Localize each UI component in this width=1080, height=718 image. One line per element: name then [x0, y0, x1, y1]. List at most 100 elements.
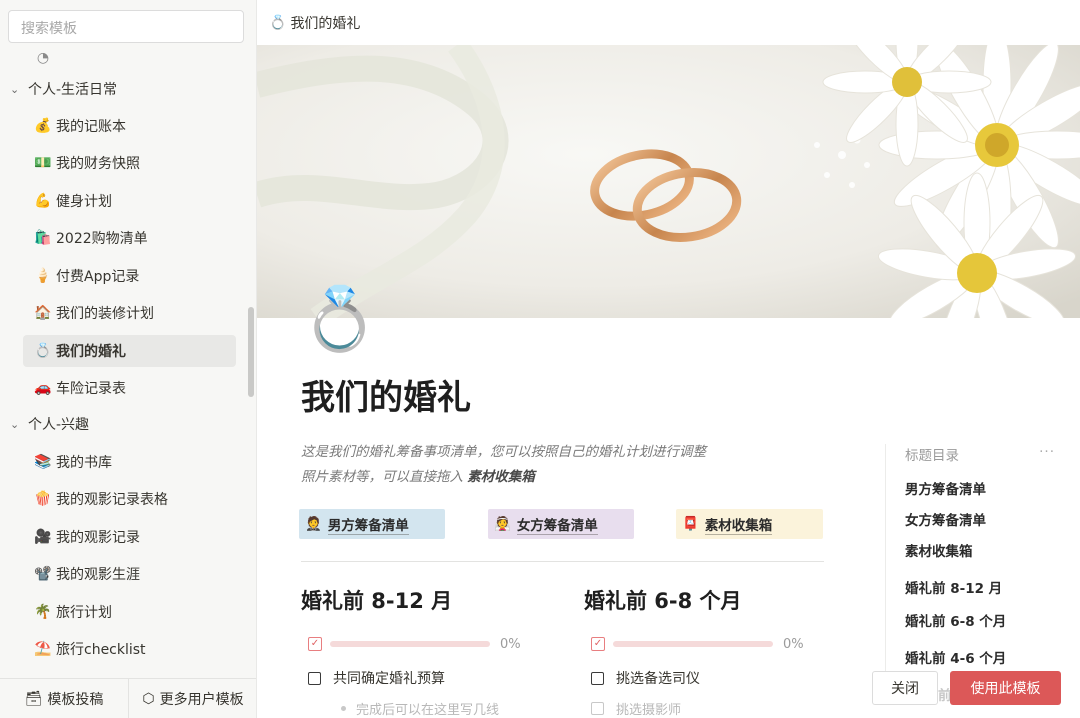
sidebar-item-car-insurance[interactable]: 🚗 车险记录表 — [0, 372, 248, 404]
link-label: 素材收集箱 — [704, 514, 773, 535]
chevron-down-icon: ⌄ — [10, 417, 20, 431]
link-groom-checklist[interactable]: 🤵 男方筹备清单 — [299, 509, 445, 539]
toc-item[interactable]: 婚礼前 8-12 月 — [905, 569, 1055, 604]
sidebar-group-life[interactable]: ⌄ 个人-生活日常 — [0, 73, 248, 105]
bride-icon: 👰 — [494, 516, 511, 532]
description-line-1: 这是我们的婚礼筹备事项清单，您可以按照自己的婚礼计划进行调整 — [301, 444, 706, 460]
sub-bullet: 完成后可以在这里写几线 — [301, 698, 541, 718]
sidebar-item-library[interactable]: 📚 我的书库 — [0, 446, 248, 478]
description-line-2: 照片素材等，可以直接拖入 素材收集箱 — [301, 465, 821, 490]
sidebar-item-label: 2022购物清单 — [56, 231, 148, 247]
sidebar-item-label: 健身计划 — [56, 194, 112, 210]
sidebar-group-label: 个人-生活日常 — [28, 82, 118, 98]
sub-text: 挑选摄影师 — [616, 702, 682, 718]
checked-box-icon: ✓ — [591, 637, 605, 651]
toc-item[interactable]: 婚礼前 6-8 个月 — [905, 604, 1055, 635]
todo-label: 共同确定婚礼预算 — [333, 671, 445, 687]
description-line-2-text: 照片素材等，可以直接拖入 — [301, 469, 468, 485]
sidebar-item-label: 付费App记录 — [56, 269, 140, 285]
checkbox[interactable] — [591, 671, 604, 685]
sidebar-item-shopping[interactable]: 🛍️ 2022购物清单 — [0, 222, 248, 254]
sidebar-scrollbar[interactable] — [248, 307, 254, 397]
checked-box-icon: ✓ — [308, 637, 322, 651]
more-templates-label: 更多用户模板 — [159, 691, 244, 708]
page-description: 这是我们的婚礼筹备事项清单，您可以按照自己的婚礼计划进行调整 照片素材等，可以直… — [301, 440, 821, 490]
cube-icon: ⬡ — [142, 690, 155, 707]
sidebar-item-label: 我的书库 — [56, 455, 112, 471]
sidebar-item-label: 我的观影记录 — [56, 530, 140, 546]
shopping-bag-icon: 🛍️ — [34, 230, 52, 246]
sidebar-item-movie-table[interactable]: 🍿 我的观影记录表格 — [0, 483, 248, 515]
toc-item[interactable]: 婚礼前 4-6 个月 — [905, 639, 1055, 674]
dollar-icon: 💵 — [34, 155, 52, 171]
checkbox[interactable] — [591, 701, 604, 715]
use-template-button[interactable]: 使用此模板 — [950, 671, 1061, 705]
link-bride-checklist[interactable]: 👰 女方筹备清单 — [488, 509, 634, 539]
beach-umbrella-icon: ⛱️ — [34, 641, 52, 657]
groom-icon: 🤵 — [305, 516, 322, 532]
sidebar-group-hobby[interactable]: ⌄ 个人-兴趣 — [0, 408, 248, 440]
link-material-box[interactable]: 📮 素材收集箱 — [676, 509, 823, 539]
todo-item[interactable]: 挑选备选司仪 — [584, 667, 824, 689]
clipped-icon: ◔ — [36, 50, 50, 66]
close-button[interactable]: 关闭 — [872, 671, 938, 705]
sidebar-item-paid-apps[interactable]: 🍦 付费App记录 — [0, 260, 248, 292]
more-icon[interactable]: ··· — [1039, 444, 1055, 472]
progress-row: ✓ 0% — [301, 633, 541, 655]
sidebar-item-label: 我的财务快照 — [56, 156, 140, 172]
sub-todo[interactable]: 挑选摄影师 — [584, 698, 824, 718]
sidebar-item-renovation[interactable]: 🏠 我们的装修计划 — [0, 297, 248, 329]
sidebar-item-ledger[interactable]: 💰 我的记账本 — [0, 110, 248, 142]
ring-icon: 💍 — [269, 14, 287, 31]
projector-icon: 📽️ — [34, 566, 52, 582]
ice-cream-icon: 🍦 — [34, 268, 52, 284]
description-highlight: 素材收集箱 — [467, 469, 535, 485]
page-breadcrumb: 💍 我们的婚礼 — [257, 0, 1080, 45]
section-divider — [301, 561, 824, 562]
sidebar-item-wedding[interactable]: 💍 我们的婚礼 — [23, 335, 236, 367]
link-label: 女方筹备清单 — [516, 514, 598, 535]
books-icon: 📚 — [34, 454, 52, 470]
progress-bar — [330, 641, 490, 647]
sidebar-item-label: 我们的婚礼 — [56, 344, 126, 360]
toc-item[interactable]: 男方筹备清单 — [905, 472, 1055, 503]
sidebar-group-label: 个人-兴趣 — [28, 417, 90, 433]
sidebar-item-label: 我的观影生涯 — [56, 567, 140, 583]
popcorn-icon: 🍿 — [34, 491, 52, 507]
inbox-icon: 🗃 — [24, 690, 43, 707]
page-title: 我们的婚礼 — [301, 378, 471, 418]
toc-header: 标题目录 ··· — [905, 444, 1055, 472]
cover-art — [257, 45, 1080, 318]
postbox-icon: 📮 — [682, 516, 699, 532]
search-input[interactable]: 搜索模板 — [8, 10, 244, 43]
submit-template-button[interactable]: 🗃 模板投稿 — [0, 679, 128, 718]
sidebar-item-label: 旅行checklist — [56, 642, 146, 658]
palm-tree-icon: 🌴 — [34, 604, 52, 620]
sidebar-item-travel-checklist[interactable]: ⛱️ 旅行checklist — [0, 633, 248, 665]
sidebar-item-clipped[interactable]: ◔ — [0, 50, 248, 74]
sidebar-item-travel-plan[interactable]: 🌴 旅行计划 — [0, 596, 248, 628]
link-label: 男方筹备清单 — [327, 514, 409, 535]
cover-image — [257, 45, 1080, 318]
toc-item[interactable]: 女方筹备清单 — [905, 503, 1055, 534]
todo-item[interactable]: 共同确定婚礼预算 — [301, 667, 541, 689]
section-8-12-months: 婚礼前 8-12 月 ✓ 0% 共同确定婚礼预算 完成后可以在这里写几线 — [301, 585, 541, 718]
sidebar-item-fitness[interactable]: 💪 健身计划 — [0, 185, 248, 217]
sidebar-item-label: 旅行计划 — [56, 605, 112, 621]
sidebar-item-label: 我的观影记录表格 — [56, 492, 168, 508]
sidebar-item-movie-career[interactable]: 📽️ 我的观影生涯 — [0, 558, 248, 590]
toc-item[interactable]: 素材收集箱 — [905, 534, 1055, 565]
sidebar-item-movie-log[interactable]: 🎥 我的观影记录 — [0, 521, 248, 553]
chevron-down-icon: ⌄ — [10, 82, 20, 96]
template-preview: 💍 我们的婚礼 💍 我们的婚礼 这是我们的婚礼筹备事项清单，您可以按照自己的婚礼… — [257, 0, 1080, 718]
template-tree: ◔ ⌄ 个人-生活日常 💰 我的记账本 💵 我的财务快照 💪 健身计划 🛍️ 2… — [0, 50, 248, 678]
page-links: 🤵 男方筹备清单 👰 女方筹备清单 📮 素材收集箱 — [299, 509, 829, 539]
toc-title: 标题目录 — [905, 448, 959, 464]
checkbox[interactable] — [308, 671, 321, 685]
section-heading: 婚礼前 8-12 月 — [301, 589, 453, 613]
page-ring-icon: 💍 — [301, 282, 379, 355]
more-templates-button[interactable]: ⬡ 更多用户模板 — [128, 679, 256, 718]
sidebar-item-label: 车险记录表 — [56, 381, 126, 397]
ring-icon: 💍 — [34, 343, 52, 359]
sidebar-item-finance[interactable]: 💵 我的财务快照 — [0, 147, 248, 179]
